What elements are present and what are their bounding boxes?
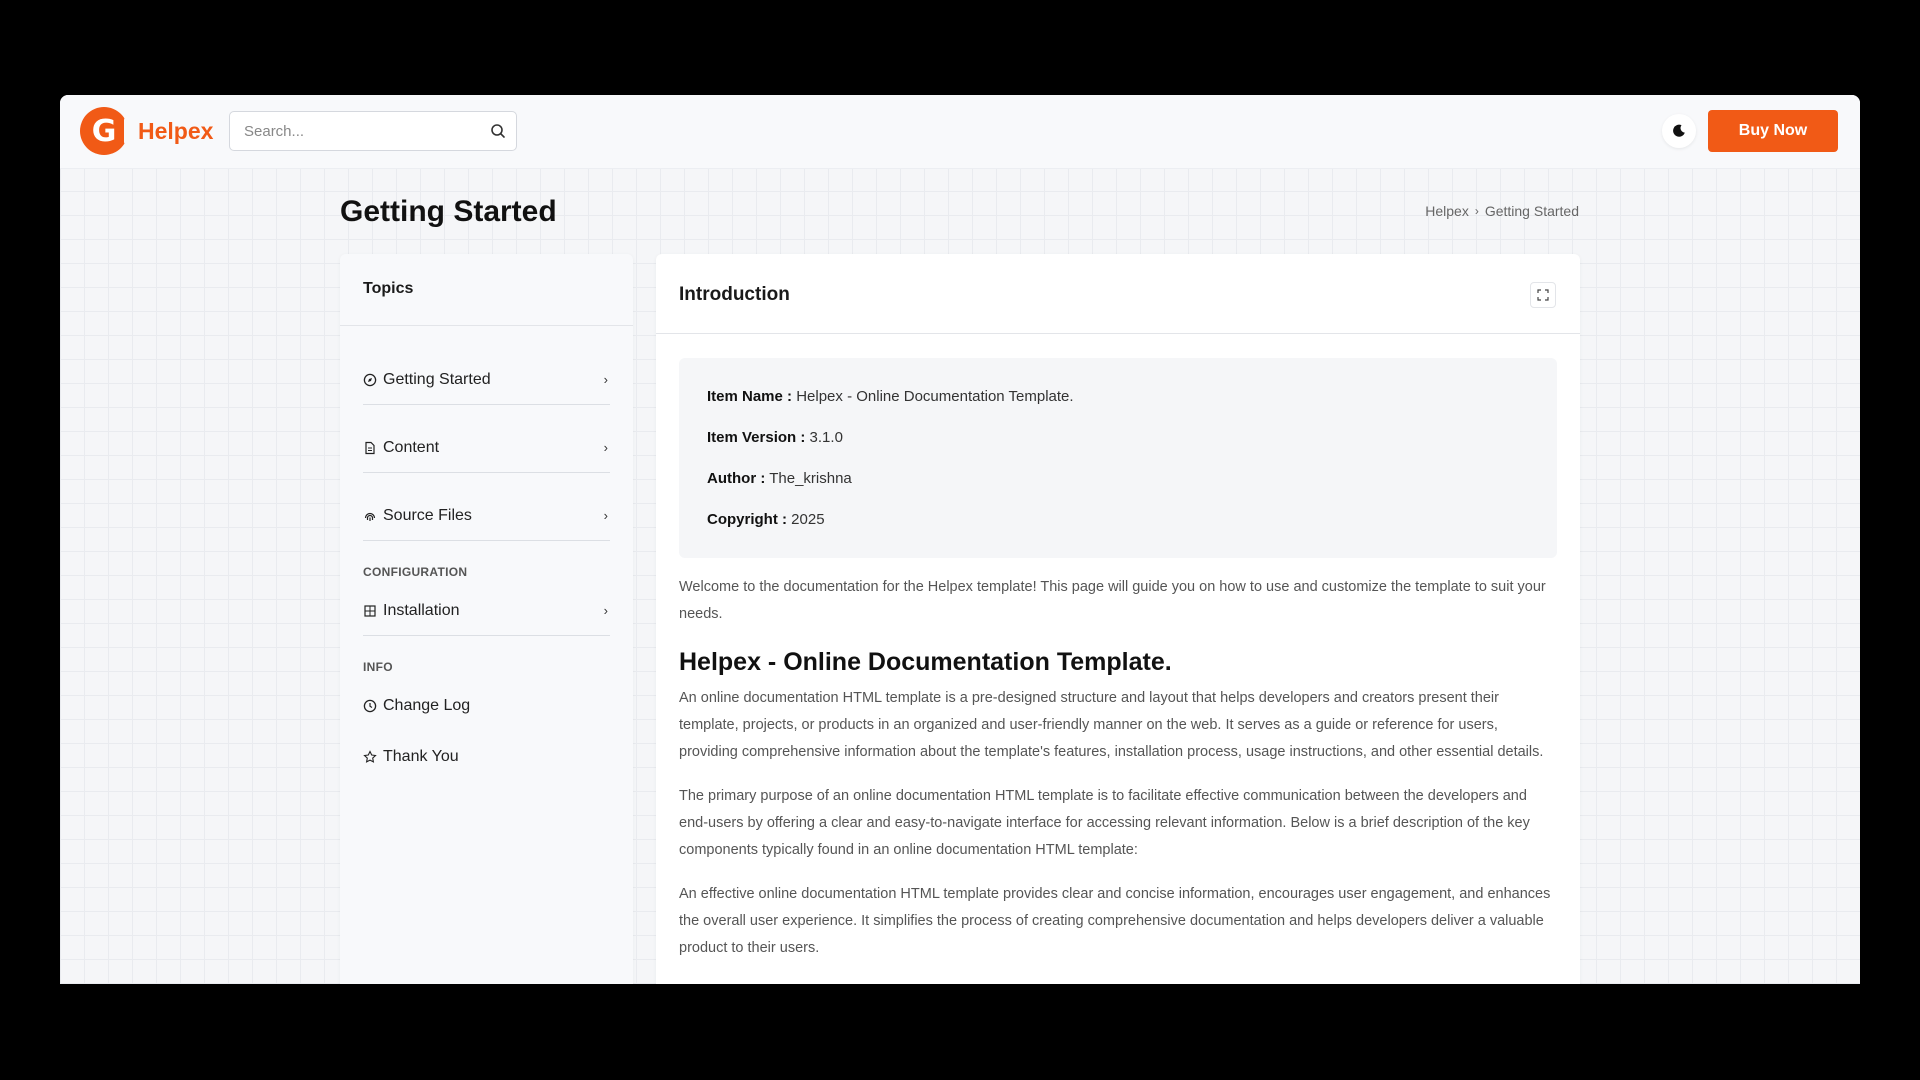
document-icon [363, 441, 377, 455]
logo-mark-icon: G [80, 107, 130, 155]
search-input[interactable] [230, 112, 470, 150]
sidebar-section-info: INFO [363, 660, 393, 674]
welcome-paragraph: Welcome to the documentation for the Hel… [679, 579, 1546, 622]
sidebar-heading: Topics [340, 254, 633, 326]
item-name-label: Item Name : [707, 388, 793, 405]
sidebar-item-label: Getting Started [383, 371, 491, 388]
content-title: Introduction [679, 284, 790, 305]
fullscreen-button[interactable] [1530, 282, 1556, 308]
item-name-value: Helpex - Online Documentation Template. [796, 388, 1074, 405]
sidebar-item-content[interactable]: Content › [363, 422, 610, 473]
top-header: G Helpex Buy Now [60, 95, 1860, 169]
topics-sidebar: Topics Getting Started › Content › Sourc… [340, 254, 633, 984]
browser-frame: G Helpex Buy Now Getting Started Helpex … [60, 95, 1860, 984]
body-paragraph: The primary purpose of an online documen… [679, 788, 1530, 858]
item-info-box: Item Name : Helpex - Online Documentatio… [679, 358, 1557, 558]
breadcrumb-home-link[interactable]: Helpex [1425, 203, 1469, 219]
chevron-right-icon: › [603, 372, 608, 387]
theme-toggle-button[interactable] [1662, 114, 1696, 148]
sidebar-item-thank-you[interactable]: Thank You [363, 731, 610, 782]
brand-name: Helpex [138, 117, 214, 144]
clock-icon [363, 699, 377, 713]
breadcrumb-separator-icon: › [1474, 204, 1479, 218]
main-content-card: Introduction Item Name : Helpex - Online… [656, 254, 1580, 984]
sidebar-item-label: Change Log [383, 696, 471, 714]
chevron-right-icon: › [603, 508, 608, 523]
copyright-value: 2025 [791, 511, 825, 528]
search-icon[interactable] [490, 123, 506, 139]
moon-icon [1673, 124, 1685, 137]
item-version-row: Item Version : 3.1.0 [707, 429, 1529, 446]
section-heading: Helpex - Online Documentation Template. [679, 648, 1172, 676]
page-title: Getting Started [340, 195, 557, 228]
breadcrumb-current: Getting Started [1484, 203, 1579, 219]
author-label: Author : [707, 470, 766, 487]
item-name-row: Item Name : Helpex - Online Documentatio… [707, 388, 1529, 405]
sidebar-item-label: Content [383, 439, 440, 456]
body-paragraph: An online documentation HTML template is… [679, 690, 1544, 760]
copyright-row: Copyright : 2025 [707, 511, 1529, 528]
brand-logo[interactable]: G Helpex [80, 107, 213, 155]
buy-now-button[interactable]: Buy Now [1708, 110, 1838, 152]
compass-icon [363, 373, 377, 387]
star-icon [363, 749, 377, 764]
chevron-right-icon: › [603, 440, 608, 455]
sidebar-item-installation[interactable]: Installation › [363, 585, 610, 636]
author-row: Author : The_krishna [707, 470, 1529, 487]
item-version-label: Item Version : [707, 429, 806, 446]
copyright-label: Copyright : [707, 511, 787, 528]
author-value: The_krishna [769, 470, 852, 487]
fingerprint-icon [363, 509, 377, 523]
expand-icon [1537, 289, 1549, 301]
breadcrumb: Helpex › Getting Started [1425, 203, 1579, 219]
sidebar-item-label: Installation [383, 602, 460, 619]
sidebar-item-label: Source Files [383, 507, 472, 524]
grid-icon [363, 604, 377, 618]
sidebar-item-label: Thank You [383, 747, 459, 765]
body-paragraph: An effective online documentation HTML t… [679, 886, 1551, 956]
sidebar-item-change-log[interactable]: Change Log [363, 680, 610, 731]
sidebar-item-getting-started[interactable]: Getting Started › [363, 354, 610, 405]
content-heading: Introduction [656, 254, 1580, 334]
sidebar-item-source-files[interactable]: Source Files › [363, 490, 610, 541]
chevron-right-icon: › [603, 603, 608, 618]
search-box [229, 111, 517, 151]
item-version-value: 3.1.0 [809, 429, 843, 446]
sidebar-section-configuration: CONFIGURATION [363, 565, 468, 579]
